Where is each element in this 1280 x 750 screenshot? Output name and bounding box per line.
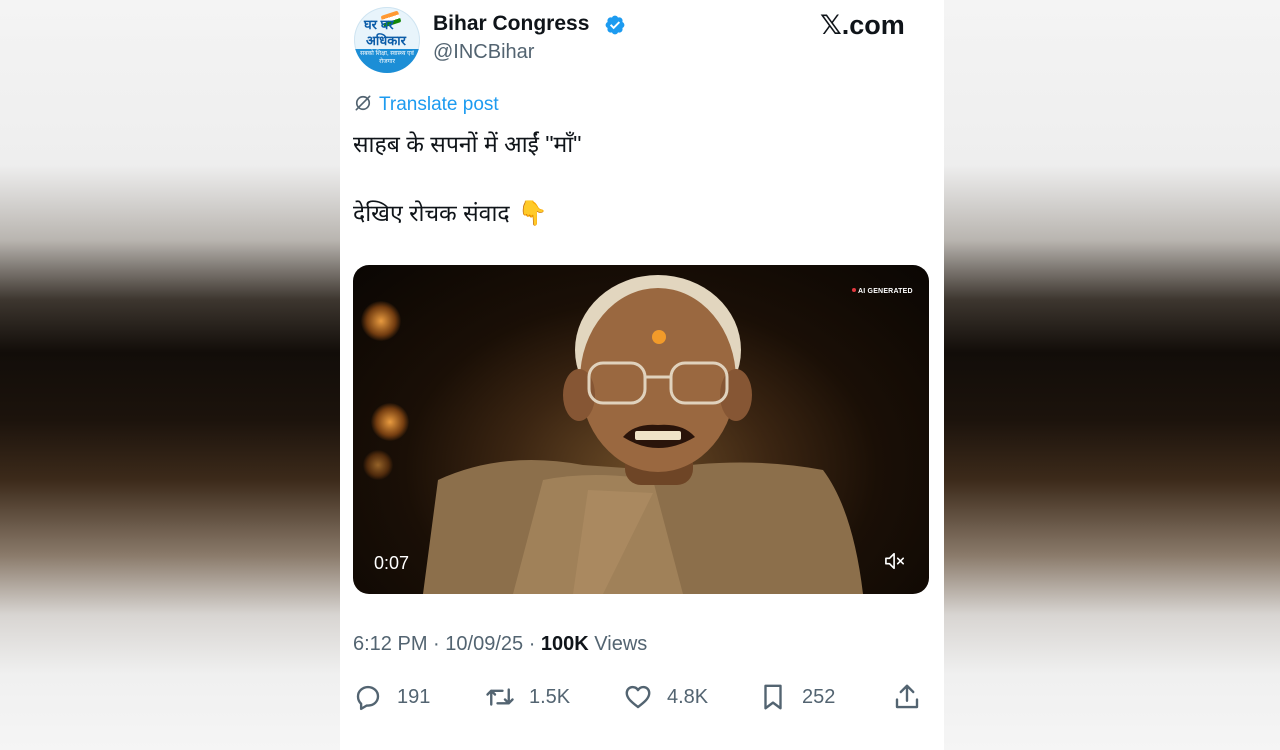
translate-post-link[interactable]: Translate post [353, 93, 499, 116]
red-dot-icon [852, 288, 856, 292]
post-text-line2-label: देखिए रोचक संवाद [353, 200, 510, 226]
meta-separator: · [433, 633, 446, 655]
avatar-text-line3: सबको शिक्षा, स्वास्थ्य एवं रोजगार [360, 51, 414, 65]
ai-generated-label: AI GENERATED [858, 288, 913, 295]
repost-button[interactable]: 1.5K [485, 680, 570, 714]
translate-icon [355, 95, 371, 111]
mute-icon[interactable] [884, 551, 906, 571]
heart-icon [625, 685, 651, 709]
post-text-line2: देखिए रोचक संवाद 👇 [353, 196, 548, 228]
elderly-woman-image [423, 275, 863, 594]
meta-separator: · [528, 633, 541, 655]
bookmark-button[interactable]: 252 [758, 680, 835, 714]
share-icon [895, 684, 919, 709]
translate-post-label: Translate post [379, 94, 499, 115]
like-button[interactable]: 4.8K [623, 680, 708, 714]
pointing-down-icon: 👇 [517, 200, 548, 227]
site-watermark: 𝕏.com [820, 10, 905, 40]
bookmark-icon [764, 684, 782, 710]
account-name[interactable]: Bihar Congress [433, 12, 589, 36]
account-handle[interactable]: @INCBihar [433, 41, 534, 64]
post-card: घर घर अधिकार सबको शिक्षा, स्वास्थ्य एवं … [340, 0, 944, 750]
blurred-background-left [0, 0, 340, 750]
avatar-text-line2: अधिकार [366, 33, 406, 48]
reply-count: 191 [397, 685, 431, 708]
views-count: 100K [540, 633, 589, 655]
video-timecode: 0:07 [374, 553, 410, 573]
like-count: 4.8K [667, 685, 709, 708]
avatar[interactable]: घर घर अधिकार सबको शिक्षा, स्वास्थ्य एवं … [354, 7, 420, 73]
reply-button[interactable]: 191 [353, 680, 430, 714]
verified-badge-icon [605, 15, 625, 35]
repost-icon [486, 688, 514, 706]
post-time[interactable]: 6:12 PM [353, 633, 427, 655]
blurred-background-right [944, 0, 1280, 750]
share-button[interactable] [892, 680, 936, 714]
post-meta: 6:12 PM · 10/09/25 · 100K Views [353, 633, 647, 656]
post-date[interactable]: 10/09/25 [445, 633, 523, 655]
views-label: Views [594, 633, 648, 655]
repost-count: 1.5K [529, 685, 571, 708]
ai-generated-badge: AI GENERATED [852, 288, 913, 295]
post-text-line1: साहब के सपनों में आईं "माँ" [353, 131, 582, 157]
video-player[interactable]: AI GENERATED 0:07 [353, 265, 929, 594]
bookmark-count: 252 [802, 685, 836, 708]
reply-icon [356, 685, 380, 711]
